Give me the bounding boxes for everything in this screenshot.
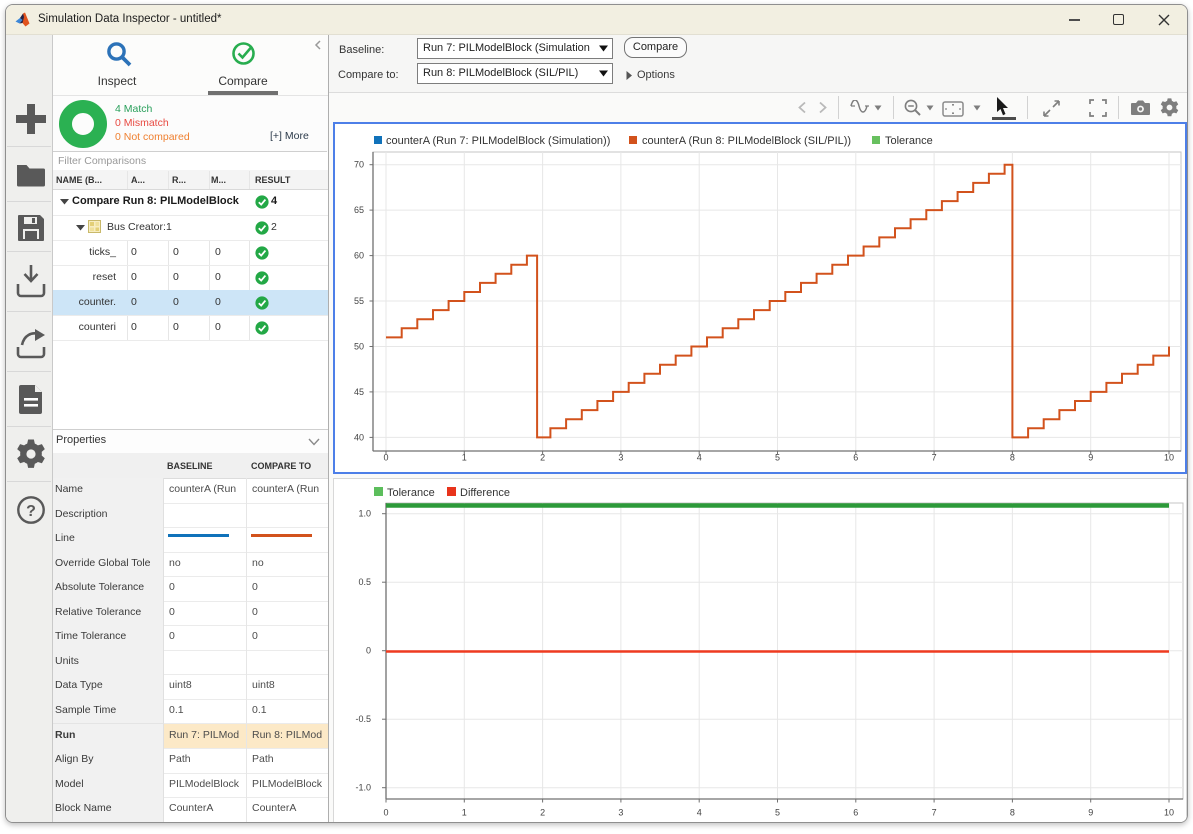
svg-text:0.5: 0.5 [358, 577, 371, 587]
svg-text:7: 7 [932, 808, 937, 818]
svg-text:1: 1 [462, 808, 467, 818]
svg-text:0: 0 [366, 646, 371, 656]
svg-text:counterA (Run 7: PILModelBlock: counterA (Run 7: PILModelBlock (Simulati… [386, 135, 610, 147]
svg-text:0: 0 [383, 453, 388, 463]
svg-text:0: 0 [383, 808, 388, 818]
svg-text:8: 8 [1010, 808, 1015, 818]
svg-text:4: 4 [697, 453, 702, 463]
svg-text:5: 5 [775, 808, 780, 818]
svg-text:Tolerance: Tolerance [885, 135, 933, 147]
svg-text:3: 3 [618, 453, 623, 463]
svg-text:10: 10 [1164, 808, 1174, 818]
svg-text:45: 45 [354, 387, 364, 397]
svg-text:60: 60 [354, 251, 364, 261]
svg-text:-1.0: -1.0 [355, 783, 371, 793]
svg-text:9: 9 [1088, 808, 1093, 818]
svg-text:8: 8 [1010, 453, 1015, 463]
svg-text:2: 2 [540, 453, 545, 463]
svg-text:6: 6 [853, 808, 858, 818]
svg-text:40: 40 [354, 432, 364, 442]
svg-text:10: 10 [1164, 453, 1174, 463]
svg-text:9: 9 [1088, 453, 1093, 463]
svg-text:counterA (Run 8: PILModelBlock: counterA (Run 8: PILModelBlock (SIL/PIL)… [642, 135, 851, 147]
svg-text:5: 5 [775, 453, 780, 463]
svg-text:1.0: 1.0 [358, 509, 371, 519]
svg-text:65: 65 [354, 205, 364, 215]
svg-text:Tolerance: Tolerance [387, 487, 435, 499]
svg-text:6: 6 [853, 453, 858, 463]
svg-text:1: 1 [462, 453, 467, 463]
svg-text:4: 4 [697, 808, 702, 818]
svg-text:-0.5: -0.5 [355, 714, 371, 724]
svg-text:70: 70 [354, 160, 364, 170]
svg-text:55: 55 [354, 296, 364, 306]
svg-text:50: 50 [354, 342, 364, 352]
svg-text:Difference: Difference [460, 487, 510, 499]
svg-text:?: ? [26, 503, 36, 520]
svg-text:3: 3 [618, 808, 623, 818]
svg-text:7: 7 [932, 453, 937, 463]
svg-text:2: 2 [540, 808, 545, 818]
